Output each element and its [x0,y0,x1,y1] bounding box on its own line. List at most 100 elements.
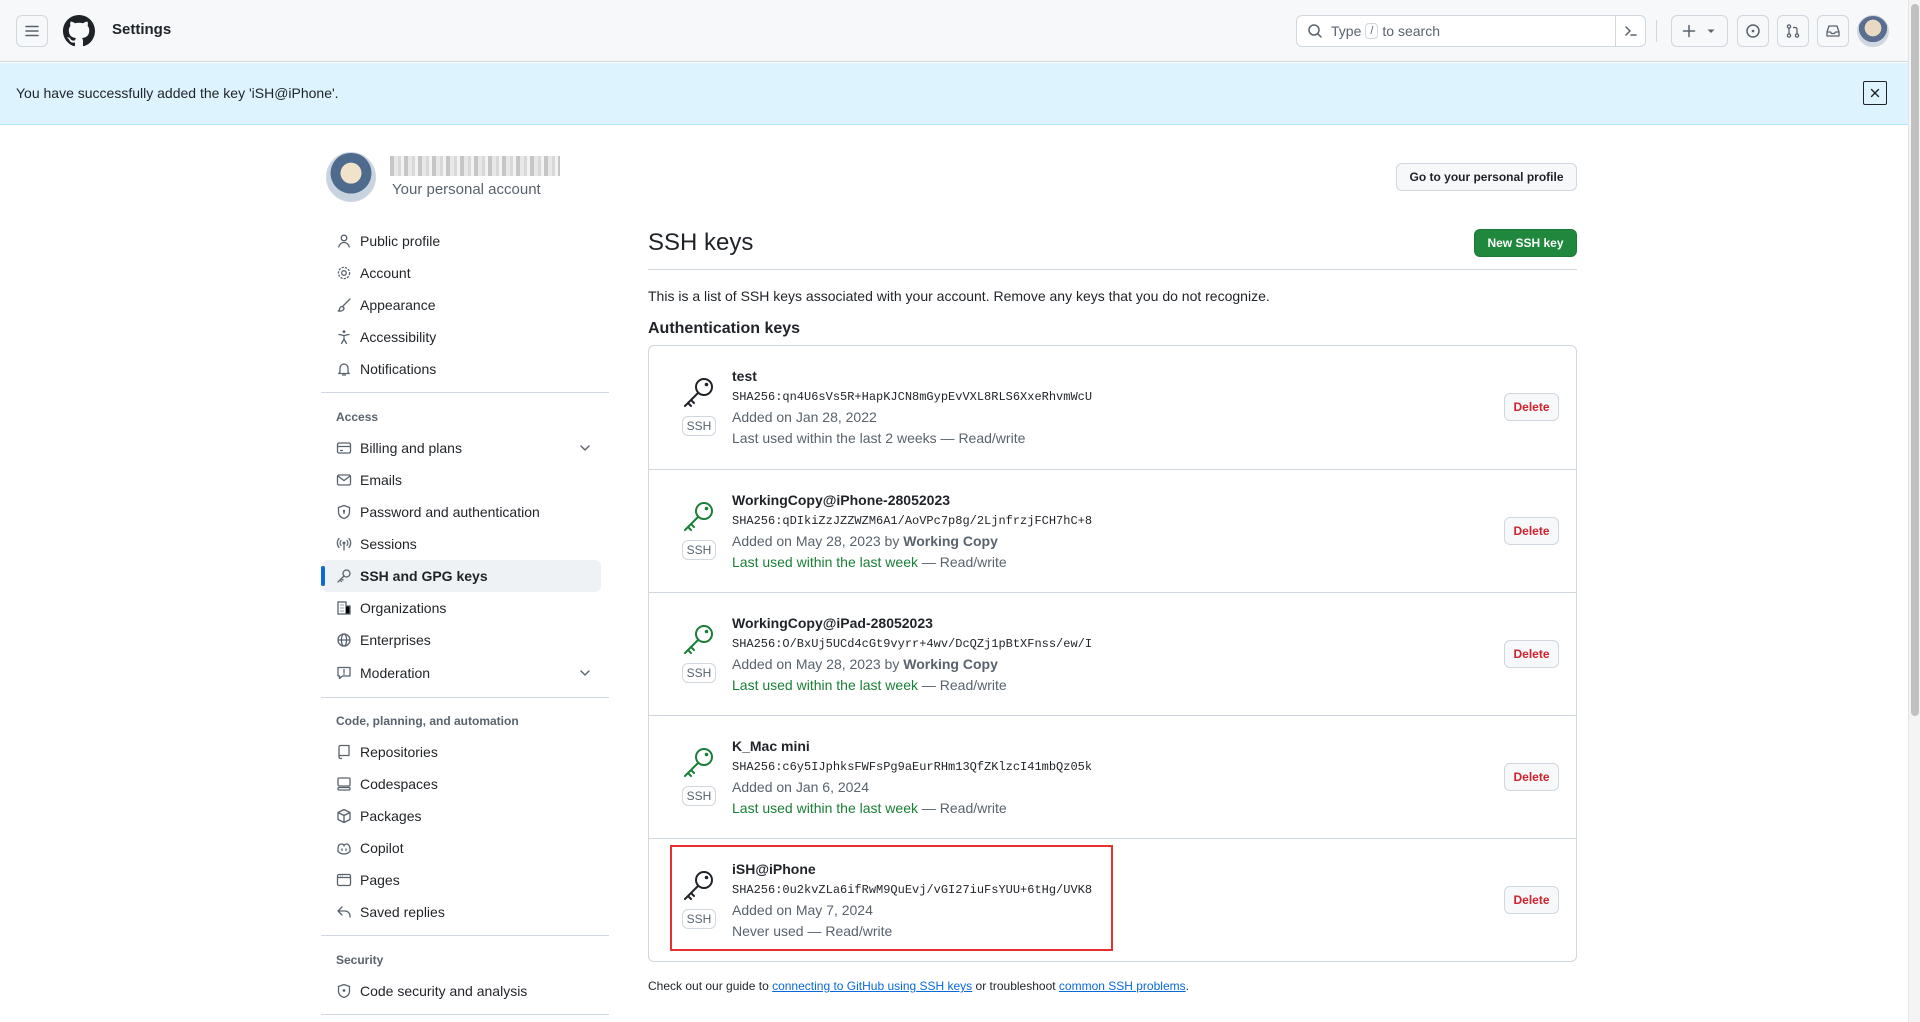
sidebar-divider [321,392,609,393]
menu-button[interactable] [16,15,48,47]
delete-key-button[interactable]: Delete [1504,517,1559,545]
sidebar-item-label: Public profile [360,233,441,249]
key-last-used: Last used within the last week — Read/wr… [732,677,1007,693]
search-shortcut-key: / [1365,23,1379,39]
key-added-date: Added on May 28, 2023 by Working Copy [732,533,998,549]
user-avatar[interactable] [1857,15,1889,47]
key-added-text: Added on Jan 6, 2024 [732,779,870,795]
ssh-badge: SSH [682,540,716,560]
sidebar-item-appearance[interactable]: Appearance [322,289,601,321]
flash-success-banner: You have successfully added the key 'iSH… [0,63,1908,125]
inbox-button[interactable] [1817,15,1849,47]
key-added-text: Added on May 28, 2023 by [732,656,904,672]
account-subtitle: Your personal account [392,181,541,198]
intro-text: This is a list of SSH keys associated wi… [648,288,1270,304]
sidebar-item-saved-replies[interactable]: Saved replies [322,896,601,928]
issues-button[interactable] [1737,15,1769,47]
sidebar-item-label: SSH and GPG keys [360,568,488,584]
delete-key-button[interactable]: Delete [1504,763,1559,791]
sidebar-item-codespaces[interactable]: Codespaces [322,768,601,800]
sidebar-item-copilot[interactable]: Copilot [322,832,601,864]
sidebar-item-public-profile[interactable]: Public profile [322,225,601,257]
sidebar-item-ssh-gpg-keys[interactable]: SSH and GPG keys [321,560,601,592]
ssh-key-row: SSH K_Mac mini SHA256:c6y5IJphksFWFsPg9a… [649,715,1576,838]
report-icon [337,666,351,680]
key-fingerprint: SHA256:O/BxUj5UCd4cGt9vyrr+4wv/DcQZj1pBt… [732,637,1093,651]
ssh-problems-link[interactable]: common SSH problems [1059,979,1186,993]
paintbrush-icon [337,298,351,312]
new-ssh-key-button[interactable]: New SSH key [1474,229,1577,257]
context-title[interactable]: Settings [112,21,171,38]
git-pull-request-icon [1786,24,1800,38]
go-to-profile-button[interactable]: Go to your personal profile [1396,163,1577,191]
globe-icon [337,633,351,647]
delete-key-button[interactable]: Delete [1504,640,1559,668]
sidebar-item-moderation[interactable]: Moderation [322,657,601,689]
key-last-used: Last used within the last 2 weeks — Read… [732,430,1025,446]
ssh-badge: SSH [682,416,716,436]
sidebar-item-packages[interactable]: Packages [322,800,601,832]
issue-opened-icon [1746,24,1760,38]
key-fingerprint: SHA256:qn4U6sVs5R+HapKJCN8mGypEvVXL8RLS6… [732,390,1093,404]
sidebar-divider [321,1014,609,1015]
key-added-text: Added on Jan 28, 2022 [732,409,877,425]
search-input[interactable]: Type / to search [1296,15,1646,47]
key-icon [337,569,351,583]
key-used-text: Last used within the last week [732,800,918,816]
create-new-button[interactable] [1671,15,1728,47]
sidebar-item-billing[interactable]: Billing and plans [322,432,601,464]
sidebar-item-label: Account [360,265,411,281]
hamburger-icon [25,25,39,37]
footer-text: or troubleshoot [972,979,1059,993]
sidebar-divider [321,697,609,698]
flash-dismiss-button[interactable] [1863,81,1887,105]
account-avatar [326,152,376,202]
mail-icon [336,474,352,486]
sidebar-item-label: Repositories [360,744,438,760]
sidebar-item-label: Password and authentication [360,504,540,520]
sidebar-item-pages[interactable]: Pages [322,864,601,896]
github-logo-icon[interactable] [63,15,95,47]
sidebar-item-code-security[interactable]: Code security and analysis [322,975,601,1007]
scrollbar-thumb[interactable] [1911,4,1919,716]
sidebar-item-label: Emails [360,472,403,488]
sidebar-item-emails[interactable]: Emails [322,464,601,496]
chevron-down-icon [580,445,590,451]
sidebar-heading-security: Security [336,953,384,967]
ssh-badge: SSH [682,786,716,806]
sidebar-item-label: Accessibility [360,329,437,345]
sidebar-item-sessions[interactable]: Sessions [322,528,601,560]
page-scrollbar[interactable] [1908,0,1920,1022]
repo-icon [338,744,350,760]
inbox-icon [1826,25,1840,37]
key-icon [684,378,713,407]
close-icon [1870,88,1880,98]
sidebar-item-accessibility[interactable]: Accessibility [322,321,601,353]
sidebar-item-organizations[interactable]: Organizations [322,592,601,624]
person-icon [338,234,350,248]
codespaces-icon [337,777,351,791]
shield-lock-icon [337,504,351,520]
sidebar-item-account[interactable]: Account [322,257,601,289]
delete-key-button[interactable]: Delete [1504,886,1559,914]
sidebar-item-repositories[interactable]: Repositories [322,736,601,768]
sidebar-item-label: Appearance [360,297,436,313]
sidebar-item-notifications[interactable]: Notifications [322,353,601,385]
app-header: Settings Type / to search [0,0,1908,62]
ssh-guide-link[interactable]: connecting to GitHub using SSH keys [772,979,972,993]
key-title: WorkingCopy@iPhone-28052023 [732,492,951,508]
delete-key-button[interactable]: Delete [1504,393,1559,421]
ssh-key-row: SSH WorkingCopy@iPad-28052023 SHA256:O/B… [649,592,1576,715]
sidebar-item-enterprises[interactable]: Enterprises [322,624,601,656]
credit-card-icon [336,442,352,454]
sidebar-item-label: Organizations [360,600,447,616]
bell-icon [338,363,350,376]
key-used-text: Last used within the last week [732,554,918,570]
key-added-date: Added on May 28, 2023 by Working Copy [732,656,998,672]
terminal-icon [1624,26,1637,36]
command-palette-button[interactable] [1615,16,1645,46]
key-title: WorkingCopy@iPad-28052023 [732,615,933,631]
plus-icon [1682,24,1695,38]
pull-requests-button[interactable] [1777,15,1809,47]
sidebar-item-password-auth[interactable]: Password and authentication [322,496,601,528]
